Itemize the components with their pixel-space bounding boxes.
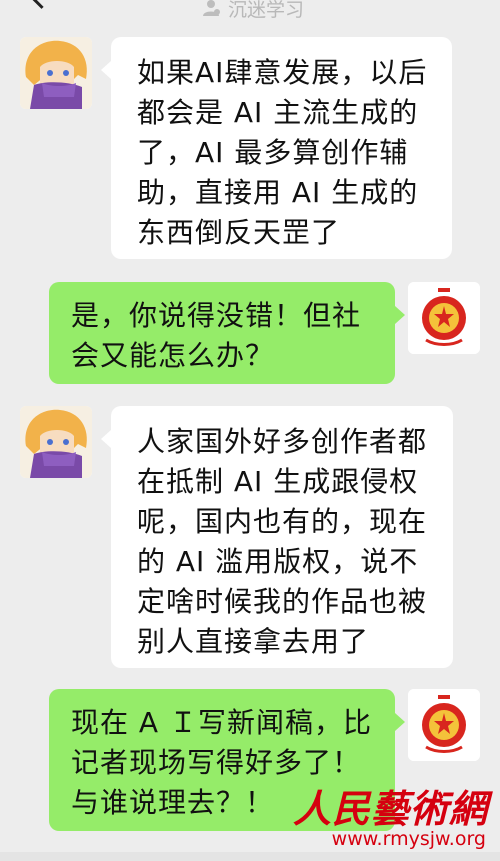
message-bubble-incoming[interactable]: 人家国外好多创作者都在抵制 AI 生成跟侵权呢，国内也有的，现在的 AI 滥用版… <box>101 406 453 668</box>
anime-avatar-icon <box>20 37 92 109</box>
user-profile-icon <box>203 0 220 16</box>
header-watermark: 沉迷学习 <box>202 0 305 21</box>
message-bubble-outgoing[interactable]: 是，你说得没错！但社会又能怎么办？ <box>49 282 405 384</box>
message-bubble-incoming[interactable]: 如果AI肆意发展，以后都会是 AI 主流生成的了，AI 最多算创作辅助，直接用 … <box>101 37 452 259</box>
avatar-self[interactable] <box>408 689 480 761</box>
avatar-self[interactable] <box>408 282 480 354</box>
national-emblem-icon <box>408 689 480 761</box>
site-watermark-url: www.rmysjw.org <box>331 828 486 850</box>
message-text: 人家国外好多创作者都在抵制 AI 生成跟侵权呢，国内也有的，现在的 AI 滥用版… <box>137 425 428 658</box>
message-text: 如果AI肆意发展，以后都会是 AI 主流生成的了，AI 最多算创作辅助，直接用 … <box>137 56 428 249</box>
avatar-contact[interactable] <box>20 37 92 109</box>
chat-header: 沉迷学习 <box>0 0 500 22</box>
message-text: 是，你说得没错！但社会又能怎么办？ <box>71 299 362 372</box>
avatar-contact[interactable] <box>20 406 92 478</box>
input-bar-edge <box>0 852 500 861</box>
header-watermark-text: 沉迷学习 <box>228 0 305 21</box>
anime-avatar-icon <box>20 406 92 478</box>
site-watermark: 人民藝術網 www.rmysjw.org <box>293 778 500 853</box>
national-emblem-icon <box>408 282 480 354</box>
site-watermark-name: 人民藝術網 <box>292 786 488 831</box>
back-chevron-icon[interactable] <box>28 0 55 9</box>
